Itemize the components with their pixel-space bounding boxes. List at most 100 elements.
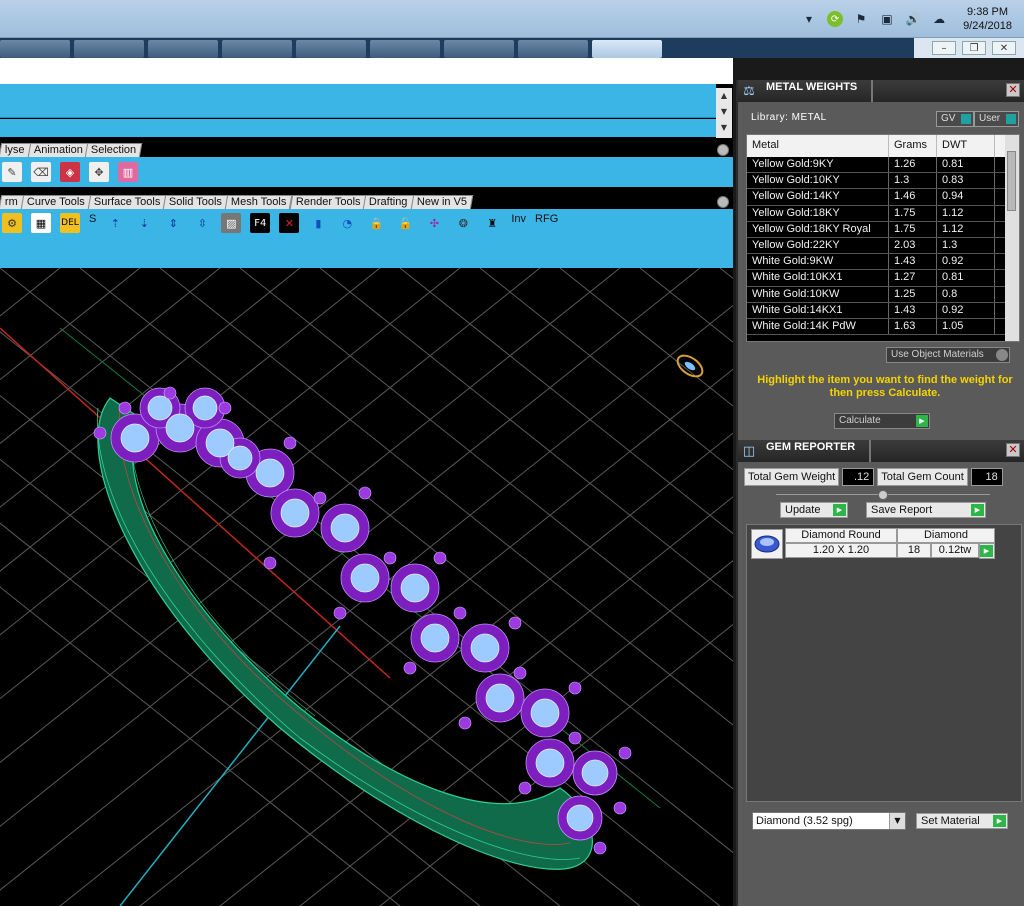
rfg-tool-label[interactable]: RFG — [535, 213, 558, 225]
table-cell: 1.26 — [889, 157, 937, 173]
window-button[interactable] — [518, 40, 588, 58]
scroll-down-icon[interactable]: ▼ — [721, 104, 727, 120]
table-cell: White Gold:9KW — [747, 254, 889, 270]
arrow-updown-tool-icon[interactable]: ⇕ — [163, 213, 183, 233]
tab-render-tools[interactable]: Render Tools — [289, 195, 367, 209]
cloud-icon[interactable]: ☁ — [931, 11, 947, 27]
table-row[interactable]: Yellow Gold:10KY 1.3 0.83 — [747, 173, 1019, 190]
lock-icon[interactable]: 🔒 — [366, 213, 386, 233]
clock[interactable]: 9:38 PM 9/24/2018 — [963, 5, 1012, 33]
table-row[interactable]: Yellow Gold:18KY Royal 1.75 1.12 — [747, 221, 1019, 238]
move-icon[interactable]: ✥ — [89, 162, 109, 182]
sync-icon[interactable]: ⟳ — [827, 11, 844, 27]
tab-analyse[interactable]: lyse — [0, 143, 31, 157]
user-toggle[interactable]: User — [974, 111, 1020, 127]
metal-weights-header: ⚖ METAL WEIGHTS ✕ — [738, 80, 1024, 102]
tab-selection[interactable]: Selection — [85, 143, 143, 157]
del-tool-icon[interactable]: DEL — [60, 213, 80, 233]
panel-splitter[interactable] — [776, 490, 990, 500]
use-object-materials-toggle[interactable]: Use Object Materials — [886, 347, 1010, 363]
scatter-tool-icon[interactable]: ✣ — [424, 213, 444, 233]
gem-row-go-button[interactable]: ▶ — [979, 543, 995, 559]
command-line[interactable] — [0, 119, 716, 137]
eraser-icon[interactable]: ⌫ — [31, 162, 51, 182]
column-header[interactable]: Metal — [747, 135, 889, 157]
shade-tool-icon[interactable]: ▨ — [221, 213, 242, 233]
speaker-icon[interactable]: 🔊 — [905, 11, 921, 27]
tab-curve-tools[interactable]: Curve Tools — [20, 195, 91, 209]
tab-drafting[interactable]: Drafting — [363, 195, 414, 209]
arrow-down-tool-icon[interactable]: ⇣ — [134, 213, 154, 233]
scroll-up-icon[interactable]: ▲ — [721, 88, 727, 104]
cog-tool-icon[interactable]: ⚙ — [2, 213, 22, 233]
cross-tool-icon[interactable]: ✕ — [279, 213, 300, 233]
chart-icon[interactable]: ▥ — [118, 162, 138, 182]
perspective-viewport[interactable] — [0, 268, 733, 906]
table-row[interactable]: White Gold:14K PdW 1.63 1.05 — [747, 318, 1019, 336]
gear-icon[interactable] — [717, 196, 729, 208]
network-icon[interactable]: ▣ — [879, 11, 895, 27]
command-scrollbar[interactable]: ▲ ▼ ▼ — [716, 88, 732, 138]
table-row[interactable]: White Gold:14KX1 1.43 0.92 — [747, 302, 1019, 319]
column-header[interactable]: Grams — [889, 135, 937, 157]
window-button[interactable] — [74, 40, 144, 58]
calculate-button[interactable]: Calculate ▶ — [834, 413, 930, 429]
table-row[interactable]: Yellow Gold:18KY 1.75 1.12 — [747, 205, 1019, 222]
cylinder-tool-icon[interactable]: ▮ — [308, 213, 328, 233]
minimize-icon[interactable]: – — [932, 41, 956, 55]
set-material-button[interactable]: Set Material ▶ — [916, 813, 1008, 829]
restore-icon[interactable]: ❐ — [962, 41, 986, 55]
metal-weights-table[interactable]: Metal Grams DWT Yellow Gold:9KY 1.26 0.81 Y… — [746, 134, 1020, 342]
scroll-thumb[interactable] — [1007, 151, 1016, 211]
grid-tool-icon[interactable]: ▦ — [31, 213, 51, 233]
gem-tool-icon[interactable]: ❂ — [453, 213, 473, 233]
user-tool-icon[interactable]: ♜ — [482, 213, 502, 233]
arrow-expand-tool-icon[interactable]: ⇳ — [192, 213, 212, 233]
close-icon[interactable]: ✕ — [1006, 443, 1020, 457]
save-report-button[interactable]: Save Report ▶ — [866, 502, 986, 518]
window-button[interactable] — [444, 40, 514, 58]
unlock-icon[interactable]: 🔓 — [395, 213, 415, 233]
gear-icon[interactable] — [717, 144, 729, 156]
flag-icon[interactable]: ⚑ — [853, 11, 869, 27]
close-icon[interactable]: ✕ — [992, 41, 1016, 55]
gem-list[interactable]: Diamond Round Diamond 1.20 X 1.20 18 0.1… — [746, 524, 1022, 802]
window-button-active[interactable] — [592, 40, 662, 58]
table-row[interactable]: White Gold:10KX1 1.27 0.81 — [747, 270, 1019, 287]
table-row[interactable]: Yellow Gold:14KY 1.46 0.94 — [747, 189, 1019, 206]
window-button[interactable] — [222, 40, 292, 58]
window-button[interactable] — [0, 40, 70, 58]
s-tool-label[interactable]: S — [89, 213, 96, 225]
column-header[interactable]: DWT — [937, 135, 995, 157]
update-button[interactable]: Update ▶ — [780, 502, 848, 518]
tab-solid-tools[interactable]: Solid Tools — [162, 195, 229, 209]
gem-count: 18 — [897, 543, 931, 558]
table-row[interactable]: Yellow Gold:22KY 2.03 1.3 — [747, 237, 1019, 255]
command-history[interactable] — [0, 84, 716, 118]
tab-surface-tools[interactable]: Surface Tools — [87, 195, 167, 209]
pencil-icon[interactable]: ✎ — [2, 162, 22, 182]
gv-toggle[interactable]: GV — [936, 111, 975, 127]
render-icon[interactable]: ◈ — [60, 162, 80, 182]
chevron-up-icon[interactable]: ▾ — [801, 11, 817, 27]
chevron-down-icon[interactable]: ▼ — [889, 813, 905, 829]
table-row[interactable]: White Gold:9KW 1.43 0.92 — [747, 254, 1019, 271]
tab-animation[interactable]: Animation — [27, 143, 89, 157]
tab-mesh-tools[interactable]: Mesh Tools — [224, 195, 293, 209]
arrow-up-tool-icon[interactable]: ⇡ — [105, 213, 125, 233]
window-button[interactable] — [296, 40, 366, 58]
close-icon[interactable]: ✕ — [1006, 83, 1020, 97]
bend-tool-icon[interactable]: ◔ — [337, 213, 357, 233]
inv-tool-label[interactable]: Inv — [511, 213, 526, 225]
table-row[interactable]: White Gold:10KW 1.25 0.8 — [747, 286, 1019, 303]
tab-new-in-v5[interactable]: New in V5 — [410, 195, 474, 209]
f4-tool-icon[interactable]: F4 — [250, 213, 271, 233]
window-button[interactable] — [148, 40, 218, 58]
table-row[interactable]: Yellow Gold:9KY 1.26 0.81 — [747, 157, 1019, 174]
table-scrollbar[interactable] — [1005, 135, 1019, 341]
scroll-more-icon[interactable]: ▼ — [721, 120, 727, 136]
command-area[interactable] — [0, 58, 733, 84]
material-select[interactable]: Diamond (3.52 spg) ▼ — [752, 812, 906, 830]
splitter-handle[interactable] — [878, 490, 888, 500]
window-button[interactable] — [370, 40, 440, 58]
